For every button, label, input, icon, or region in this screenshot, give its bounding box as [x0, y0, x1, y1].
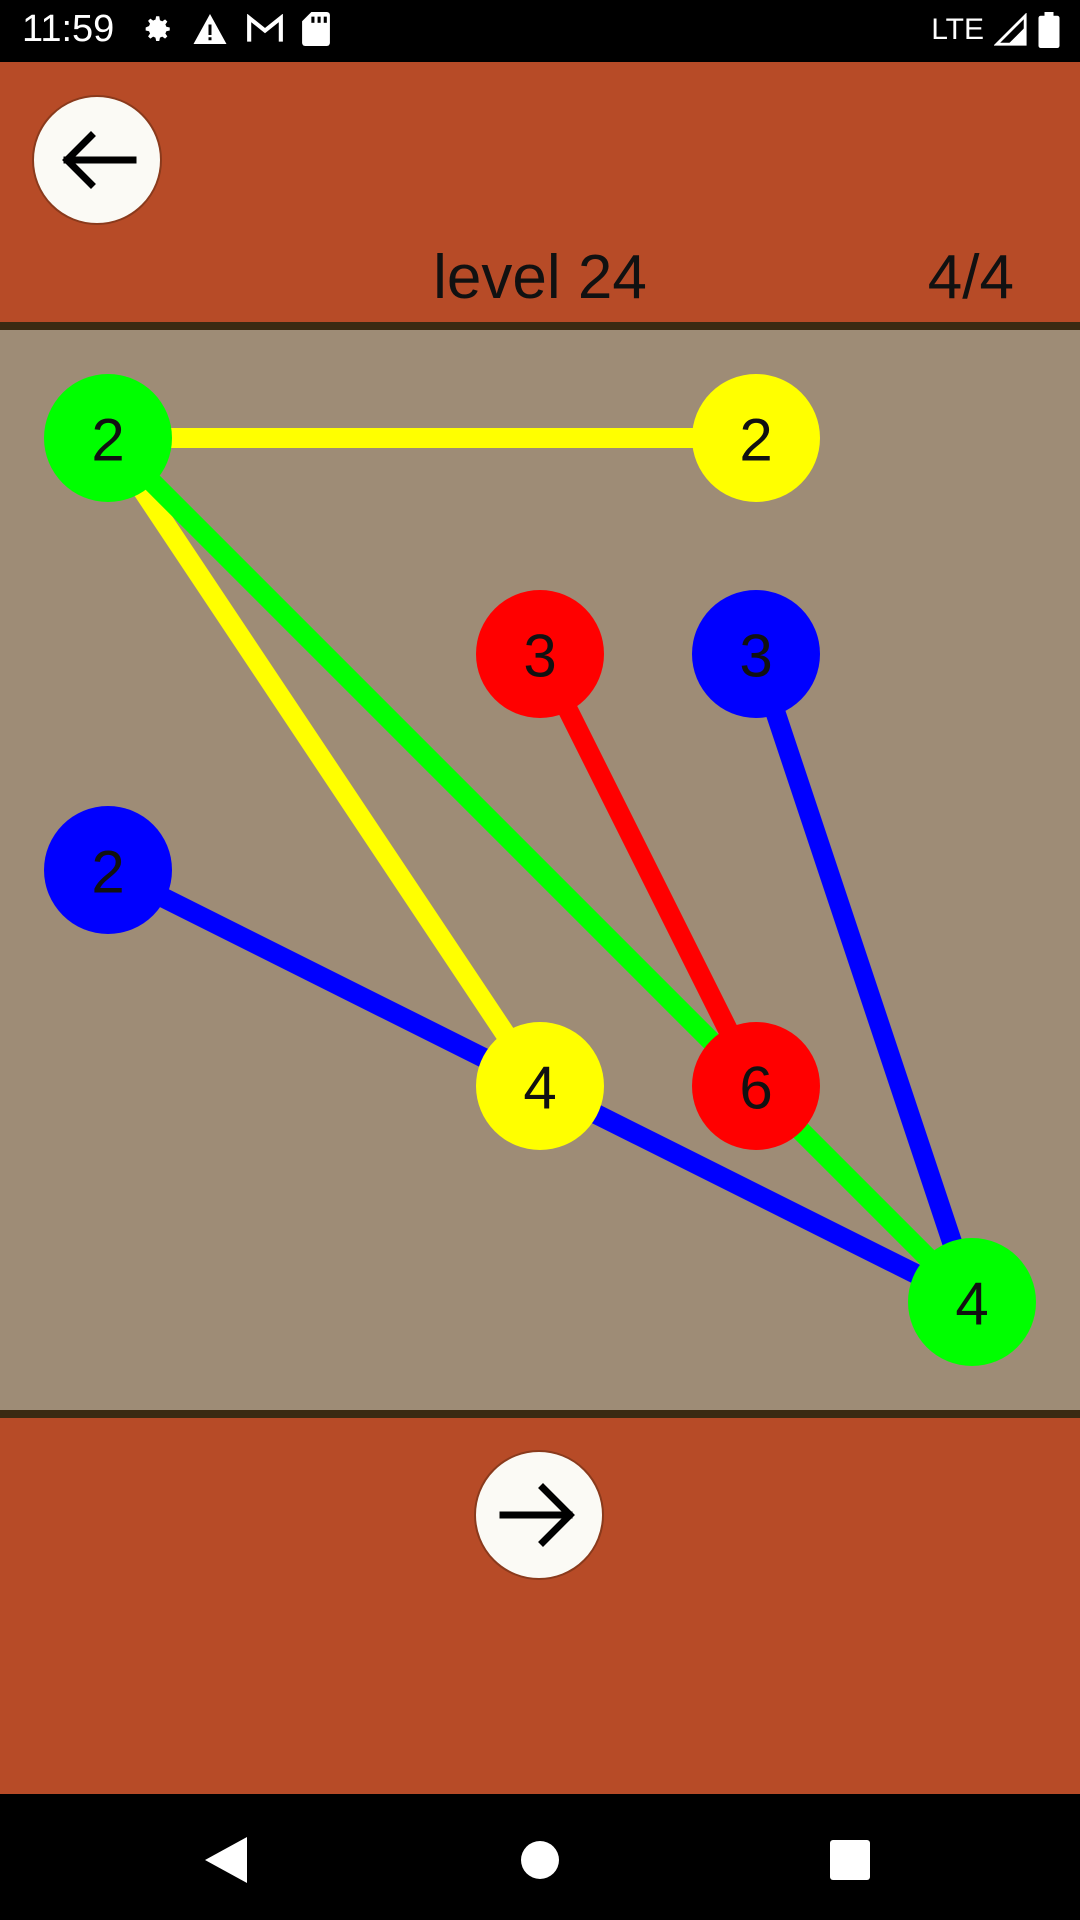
gear-icon: [145, 16, 170, 42]
back-button[interactable]: [32, 95, 162, 225]
nav-recents-icon: [830, 1840, 870, 1880]
bottom-divider: [0, 1410, 1080, 1418]
arrow-right-icon: [499, 1483, 575, 1547]
node-n4[interactable]: 3: [692, 590, 820, 718]
nav-recents-button[interactable]: [820, 1830, 880, 1890]
nav-bar: [0, 1794, 1080, 1920]
gmail-icon: [247, 14, 283, 42]
node-label: 2: [91, 839, 124, 906]
edges-layer: [99, 428, 982, 1311]
battery-icon: [1038, 12, 1060, 48]
game-header: level 24 4/4: [0, 62, 1080, 322]
nav-home-icon: [521, 1841, 559, 1879]
edge-n3-n7[interactable]: [531, 649, 765, 1091]
game-footer: [0, 1418, 1080, 1794]
nav-home-button[interactable]: [510, 1830, 570, 1890]
node-n5[interactable]: 2: [44, 806, 172, 934]
warning-icon: [193, 14, 227, 44]
next-level-button[interactable]: [474, 1450, 604, 1580]
node-n8[interactable]: 4: [908, 1238, 1036, 1366]
node-label: 4: [955, 1271, 988, 1338]
signal-icon: [994, 13, 1027, 46]
nav-back-icon: [205, 1837, 247, 1883]
node-label: 3: [523, 623, 556, 690]
status-time: 11:59: [22, 8, 115, 50]
game-board[interactable]: 2 2 3 3 2 4 6 4: [0, 330, 1080, 1410]
nav-back-button[interactable]: [196, 1830, 256, 1890]
arrow-left-icon: [62, 131, 137, 189]
edge-n1-n8[interactable]: [100, 430, 980, 1310]
level-title: level 24: [433, 243, 647, 312]
node-n3[interactable]: 3: [476, 590, 604, 718]
node-n2[interactable]: 2: [692, 374, 820, 502]
node-label: 6: [739, 1055, 772, 1122]
level-progress: 4/4: [927, 243, 1014, 312]
network-type: LTE: [931, 13, 984, 46]
node-label: 2: [739, 407, 772, 474]
top-divider: [0, 322, 1080, 330]
node-label: 2: [91, 407, 124, 474]
node-n7[interactable]: 6: [692, 1022, 820, 1150]
node-label: 3: [739, 623, 772, 690]
status-bar: 11:59 LTE: [0, 0, 1080, 62]
node-n6[interactable]: 4: [476, 1022, 604, 1150]
node-n1[interactable]: 2: [44, 374, 172, 502]
node-label: 4: [523, 1055, 556, 1122]
status-icons-right: LTE: [931, 12, 1060, 48]
sd-card-icon: [302, 12, 330, 46]
status-icons-left: [140, 12, 330, 46]
board-canvas[interactable]: 2 2 3 3 2 4 6 4: [0, 330, 1080, 1410]
